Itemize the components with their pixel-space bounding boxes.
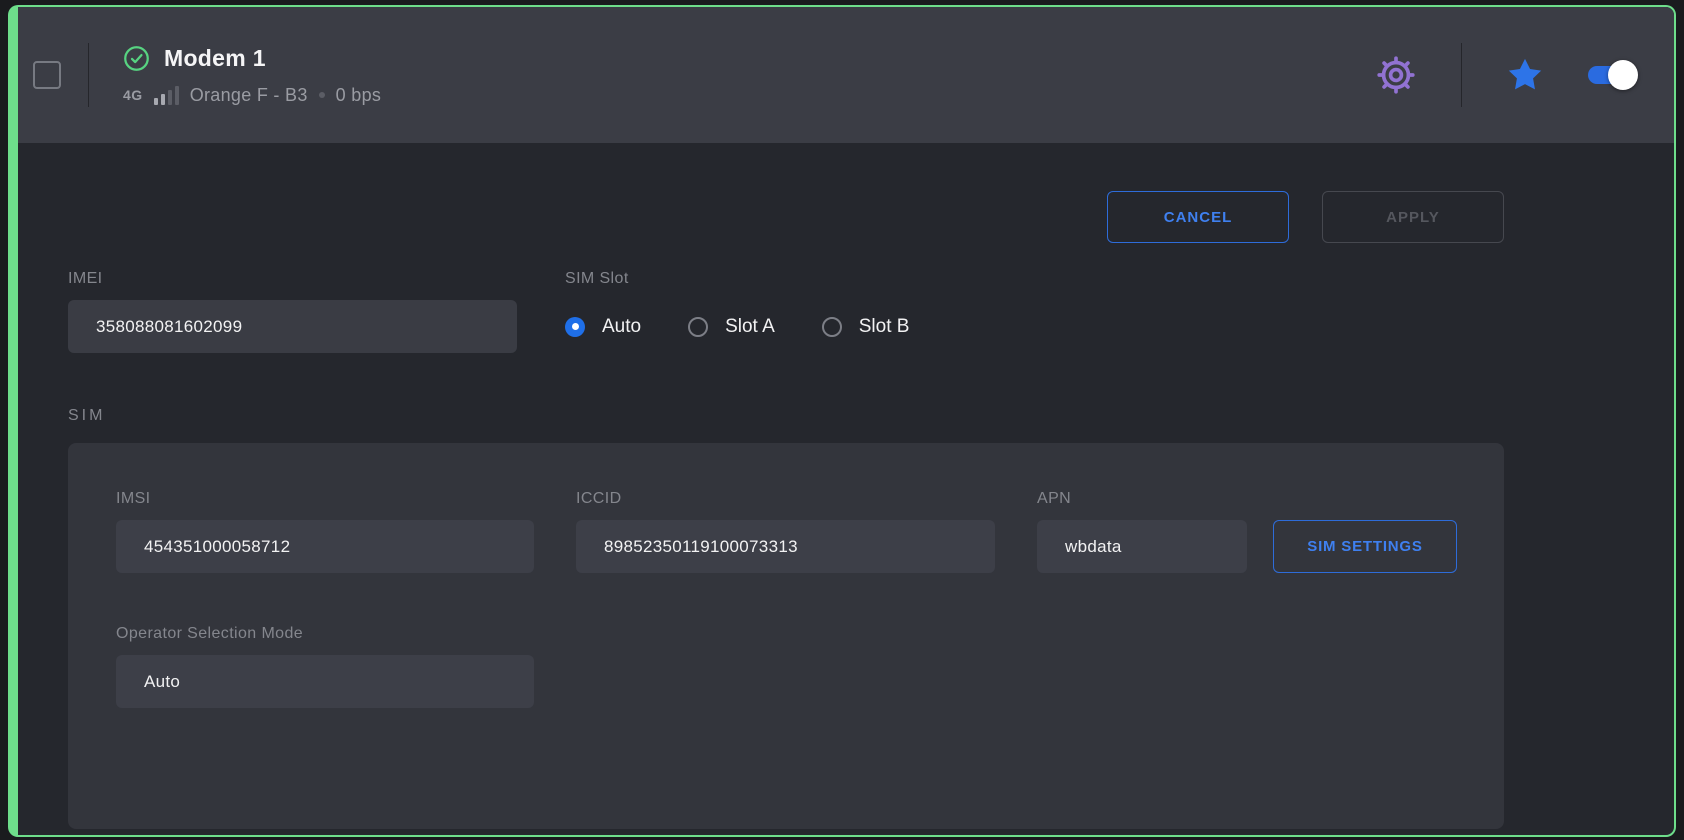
operator-mode-field-group: Operator Selection Mode [116,625,534,708]
sim-card: IMSI ICCID APN SIM SETTINGS Operator Sel… [68,443,1504,829]
imsi-field-group: IMSI [116,490,534,573]
imei-label: IMEI [68,270,517,288]
modem-header: Modem 1 4G Orange F - B3 0 bps [18,7,1674,143]
radio-unselected-icon [822,317,842,337]
imsi-input[interactable] [116,520,534,573]
status-check-circle-icon [123,45,150,72]
apn-input[interactable] [1037,520,1247,573]
select-modem-checkbox[interactable] [33,61,61,89]
cancel-button[interactable]: CANCEL [1107,191,1289,243]
imei-simslot-row: IMEI SIM Slot Auto Slot A Slo [68,270,1504,353]
sim-card-row2: Operator Selection Mode [116,625,1456,708]
sim-slot-option-slot-a[interactable]: Slot A [688,316,775,338]
operator-name: Orange F - B3 [190,85,308,106]
settings-gear-icon[interactable] [1375,54,1417,96]
modem-enable-toggle[interactable] [1588,66,1634,84]
sim-settings-button[interactable]: SIM SETTINGS [1273,520,1457,573]
modem-title: Modem 1 [164,45,266,72]
header-divider-right [1461,43,1462,107]
operator-mode-label: Operator Selection Mode [116,625,534,643]
imei-input[interactable] [68,300,517,353]
throughput-value: 0 bps [336,85,382,106]
sim-slot-label: SIM Slot [565,270,909,288]
apply-button[interactable]: APPLY [1322,191,1504,243]
header-divider-left [88,43,89,107]
form-actions-row: CANCEL APPLY [68,191,1504,243]
modem-title-block: Modem 1 4G Orange F - B3 0 bps [123,45,381,106]
iccid-label: ICCID [576,490,995,508]
radio-selected-icon [565,317,585,337]
favorite-star-icon[interactable] [1506,56,1544,94]
imsi-label: IMSI [116,490,534,508]
sim-card-row1: IMSI ICCID APN SIM SETTINGS [116,490,1456,573]
apn-label: APN [1037,490,1247,508]
iccid-field-group: ICCID [576,490,995,573]
header-actions [1375,43,1674,107]
sim-slot-group: SIM Slot Auto Slot A Slot B [565,270,909,353]
sim-section-label: SIM [68,407,1504,425]
toggle-knob [1608,60,1638,90]
modem-panel: Modem 1 4G Orange F - B3 0 bps [8,5,1676,837]
sim-slot-option-auto[interactable]: Auto [565,316,641,338]
modem-settings-form: CANCEL APPLY IMEI SIM Slot Auto Slot A [68,191,1504,829]
iccid-input[interactable] [576,520,995,573]
sim-slot-option-slot-b[interactable]: Slot B [822,316,910,338]
imei-field-group: IMEI [68,270,517,353]
apn-field-group: APN [1037,490,1247,573]
network-tech-label: 4G [123,87,143,103]
sim-slot-radio-row: Auto Slot A Slot B [565,300,909,353]
signal-bars-icon [154,86,179,105]
operator-mode-input[interactable] [116,655,534,708]
radio-unselected-icon [688,317,708,337]
dot-separator [319,92,325,98]
